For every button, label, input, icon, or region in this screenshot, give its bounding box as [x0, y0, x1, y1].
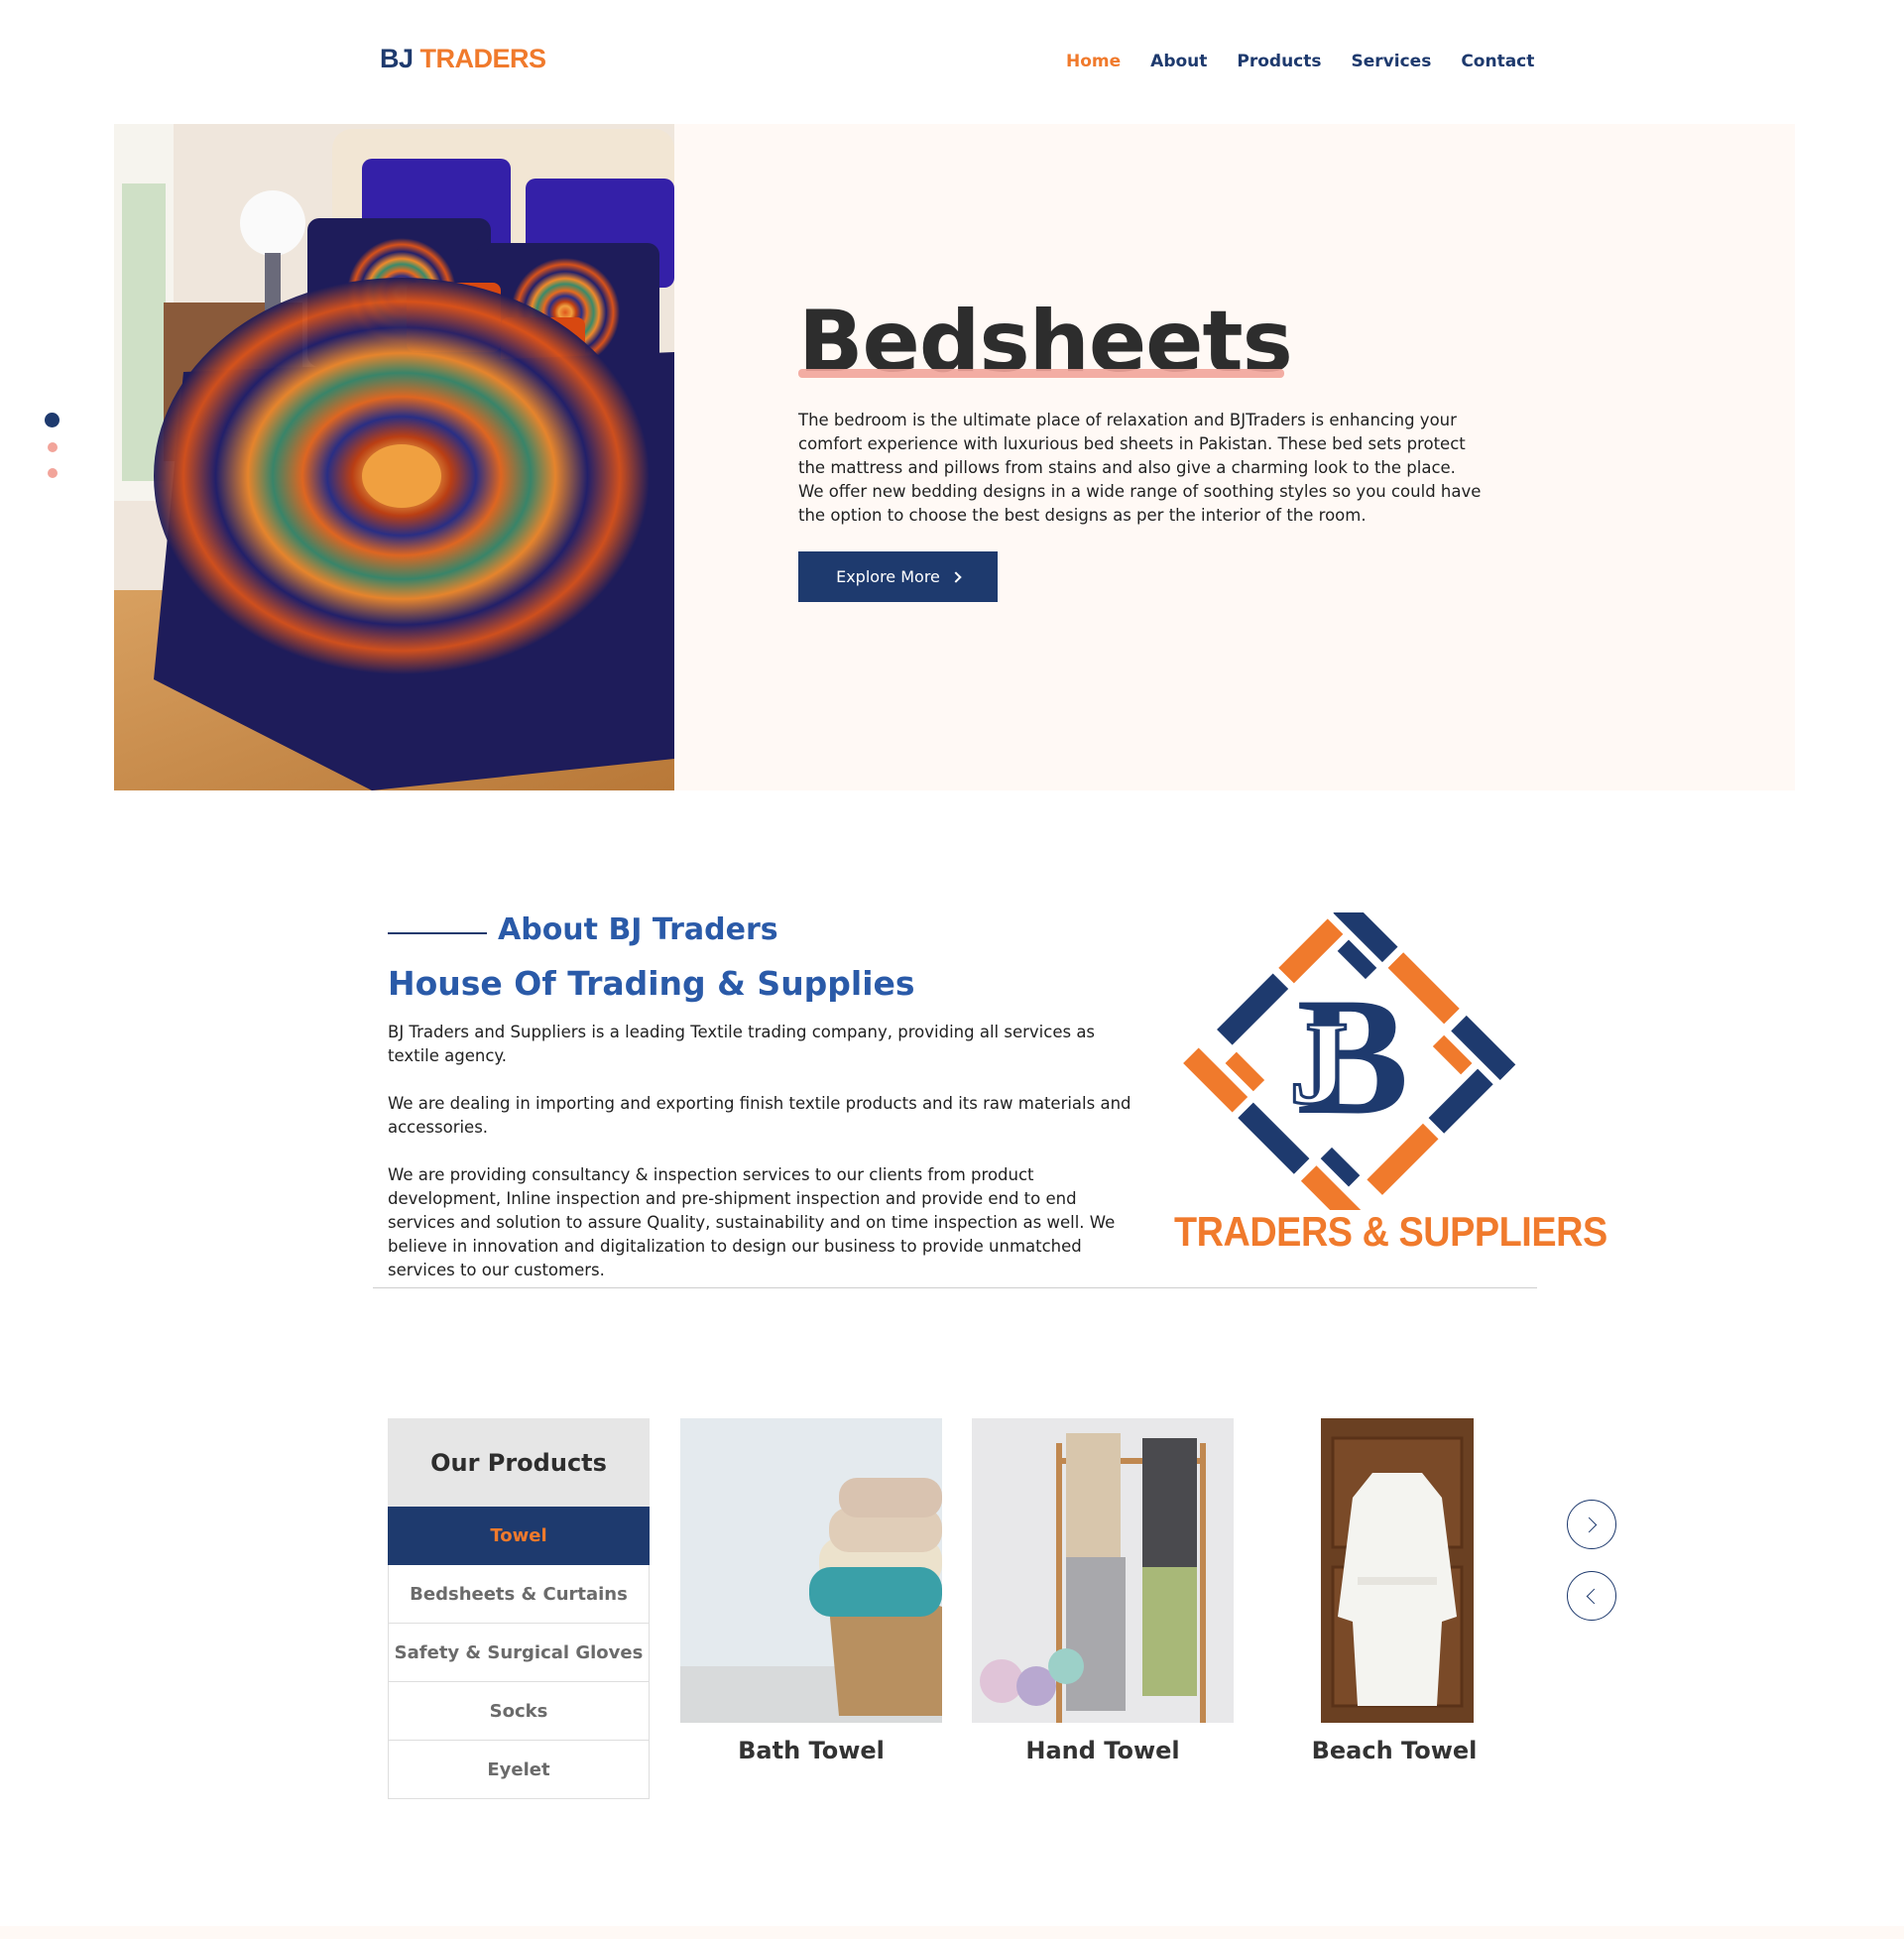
- product-card-beach-towel[interactable]: Beach Towel: [1263, 1418, 1525, 1764]
- chevron-left-icon: [1586, 1588, 1603, 1605]
- logo-tagline: TRADERS & SUPPLIERS: [1174, 1208, 1607, 1255]
- hand-towel-image: [972, 1418, 1234, 1723]
- title-underline: [798, 369, 1284, 378]
- explore-more-button[interactable]: Explore More: [798, 551, 998, 602]
- product-name: Beach Towel: [1311, 1737, 1478, 1764]
- logo-bj: BJ: [380, 44, 414, 73]
- about-paragraph: We are dealing in importing and exportin…: [388, 1094, 1131, 1137]
- beach-towel-image: [1263, 1418, 1525, 1723]
- main-nav: Home About Products Services Contact: [1066, 52, 1564, 71]
- about-body: BJ Traders and Suppliers is a leading Te…: [388, 1021, 1141, 1306]
- product-category-menu: Our Products Towel Bedsheets & Curtains …: [388, 1418, 650, 1799]
- product-name: Hand Towel: [1025, 1737, 1180, 1764]
- explore-more-label: Explore More: [836, 567, 940, 586]
- hero-slide: Bedsheets The bedroom is the ultimate pl…: [114, 124, 1795, 790]
- category-eyelet[interactable]: Eyelet: [388, 1741, 650, 1799]
- about-paragraph: We are providing consultancy & inspectio…: [388, 1165, 1116, 1279]
- nav-products[interactable]: Products: [1237, 52, 1321, 71]
- product-card-bath-towel[interactable]: Bath Towel: [680, 1418, 942, 1764]
- nav-contact[interactable]: Contact: [1461, 52, 1534, 71]
- about-accent-line: [388, 932, 487, 934]
- bj-emblem-logo: B J: [1170, 898, 1537, 1250]
- category-towel[interactable]: Towel: [388, 1507, 650, 1565]
- product-name: Bath Towel: [738, 1737, 885, 1764]
- footer-edge: [0, 1926, 1904, 1939]
- nav-services[interactable]: Services: [1352, 52, 1432, 71]
- slider-dot-3[interactable]: [48, 468, 58, 478]
- bedsheet-image: [114, 124, 674, 790]
- svg-text:J: J: [1289, 997, 1349, 1129]
- section-divider: [373, 1287, 1537, 1288]
- category-socks[interactable]: Socks: [388, 1682, 650, 1741]
- site-header: BJ TRADERS Home About Products Services …: [0, 0, 1904, 124]
- about-title: House Of Trading & Supplies: [388, 964, 915, 1003]
- site-logo[interactable]: BJ TRADERS: [380, 44, 546, 74]
- category-safety-surgical-gloves[interactable]: Safety & Surgical Gloves: [388, 1624, 650, 1682]
- carousel-prev-button[interactable]: [1567, 1571, 1616, 1621]
- nav-home[interactable]: Home: [1066, 52, 1121, 71]
- chevron-right-icon: [950, 571, 962, 583]
- carousel-next-button[interactable]: [1567, 1500, 1616, 1549]
- logo-traders: TRADERS: [419, 44, 547, 73]
- chevron-right-icon: [1581, 1516, 1598, 1533]
- hero-description: The bedroom is the ultimate place of rel…: [798, 411, 1482, 525]
- product-card-hand-towel[interactable]: Hand Towel: [972, 1418, 1234, 1764]
- slider-dot-1[interactable]: [45, 413, 60, 427]
- bath-towel-image: [680, 1418, 942, 1723]
- about-subtitle: About BJ Traders: [498, 912, 778, 947]
- category-bedsheets-curtains[interactable]: Bedsheets & Curtains: [388, 1565, 650, 1624]
- nav-about[interactable]: About: [1150, 52, 1207, 71]
- products-heading: Our Products: [388, 1418, 650, 1507]
- slider-dot-2[interactable]: [48, 442, 58, 452]
- about-paragraph: BJ Traders and Suppliers is a leading Te…: [388, 1023, 1096, 1065]
